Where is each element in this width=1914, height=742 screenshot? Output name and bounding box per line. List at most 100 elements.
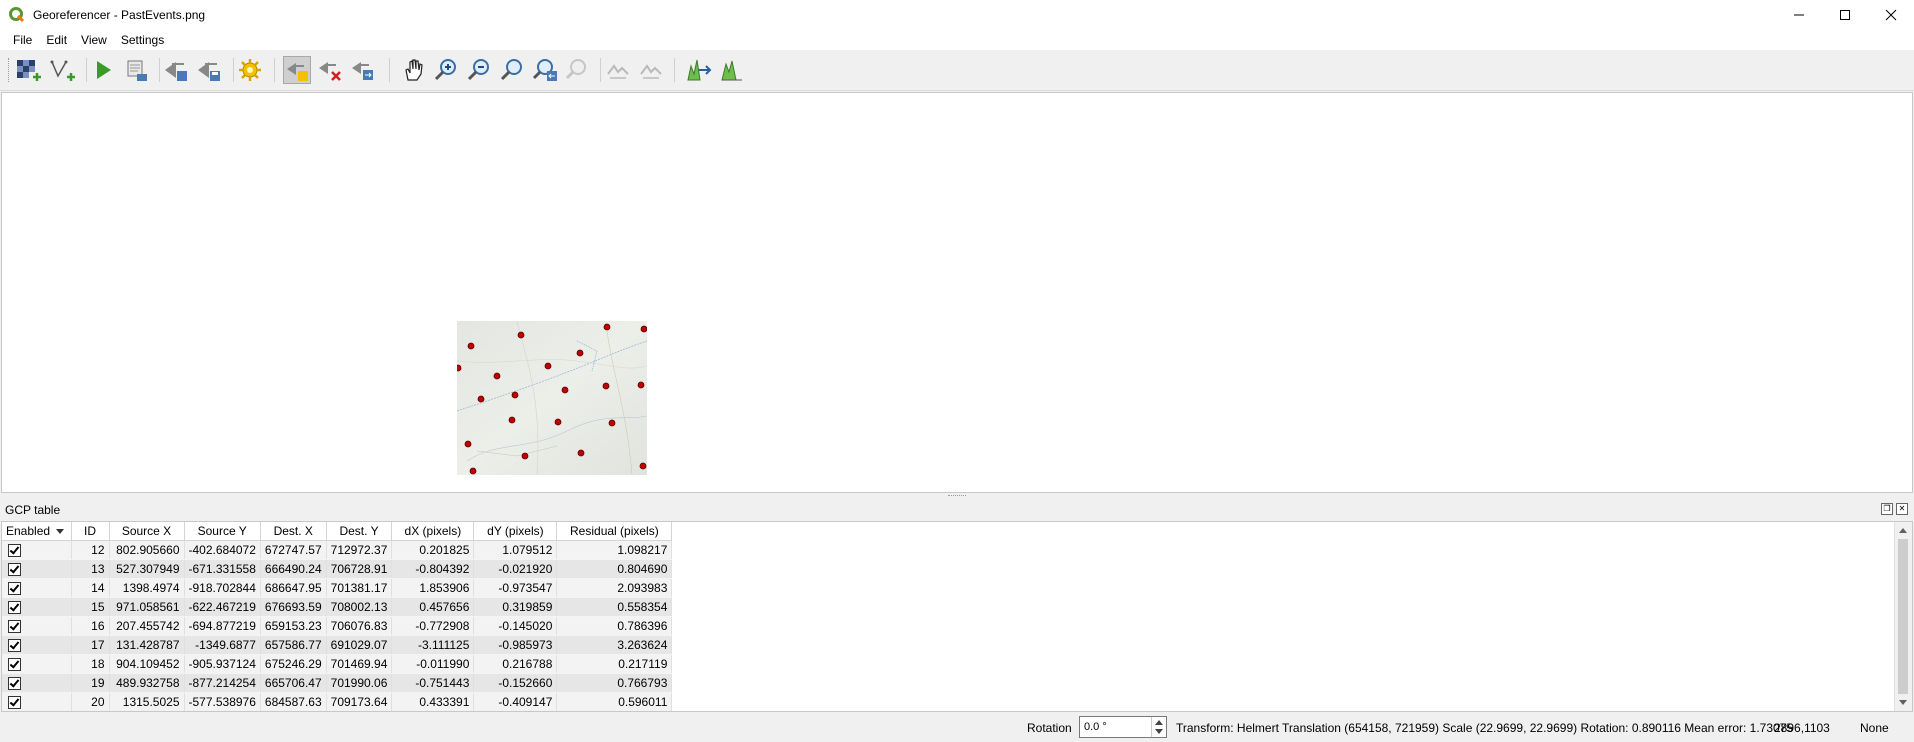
cell-dx[interactable]: 1.853906 bbox=[391, 578, 475, 598]
cell-source-y[interactable]: -671.331558 bbox=[184, 559, 261, 579]
transformation-settings-icon[interactable] bbox=[236, 56, 264, 84]
menu-edit[interactable]: Edit bbox=[39, 33, 74, 47]
enabled-checkbox[interactable] bbox=[8, 544, 21, 558]
cell-dest-y[interactable]: 691029.07 bbox=[326, 635, 393, 655]
gcp-table[interactable]: Enabled ID Source X Source Y Dest. X Des… bbox=[1, 521, 1913, 712]
enabled-checkbox[interactable] bbox=[8, 677, 21, 691]
cell-dx[interactable]: 0.457656 bbox=[391, 597, 475, 617]
column-header-source-y[interactable]: Source Y bbox=[184, 522, 261, 541]
cell-dx[interactable]: -0.751443 bbox=[391, 673, 475, 693]
cell-id[interactable]: 17 bbox=[71, 635, 110, 655]
enabled-checkbox[interactable] bbox=[8, 658, 21, 672]
cell-dest-x[interactable]: 672747.57 bbox=[260, 540, 327, 560]
cell-id[interactable]: 15 bbox=[71, 597, 110, 617]
cell-dest-y[interactable]: 701990.06 bbox=[326, 673, 393, 693]
column-header-source-x[interactable]: Source X bbox=[109, 522, 185, 541]
cell-id[interactable]: 16 bbox=[71, 616, 110, 636]
zoom-last-icon[interactable] bbox=[531, 56, 559, 84]
open-raster-icon[interactable] bbox=[14, 56, 42, 84]
cell-source-y[interactable]: -1349.6877 bbox=[184, 635, 261, 655]
table-row[interactable]: 12 802.905660 -402.684072 672747.57 712972.3… bbox=[2, 540, 673, 560]
add-point-icon[interactable] bbox=[283, 56, 311, 84]
enabled-checkbox[interactable] bbox=[8, 582, 21, 596]
cell-dest-y[interactable]: 712972.37 bbox=[326, 540, 393, 560]
link-qgis-to-georeferencer-icon[interactable] bbox=[637, 56, 665, 84]
save-gcp-points-icon[interactable] bbox=[195, 56, 223, 84]
cell-dest-x[interactable]: 666490.24 bbox=[260, 559, 327, 579]
cell-residual[interactable]: 0.786396 bbox=[556, 616, 673, 636]
cell-dest-y[interactable]: 701469.94 bbox=[326, 654, 393, 674]
table-row[interactable]: 13 527.307949 -671.331558 666490.24 706728.9… bbox=[2, 559, 673, 579]
toolbar-handle[interactable] bbox=[8, 58, 12, 82]
spin-up-icon[interactable] bbox=[1155, 720, 1163, 725]
load-gcp-points-icon[interactable] bbox=[162, 56, 190, 84]
cell-residual[interactable]: 2.093983 bbox=[556, 578, 673, 598]
cell-dest-x[interactable]: 659153.23 bbox=[260, 616, 327, 636]
cell-residual[interactable]: 1.098217 bbox=[556, 540, 673, 560]
local-histogram-stretch-icon[interactable] bbox=[718, 56, 746, 84]
cell-residual[interactable]: 3.263624 bbox=[556, 635, 673, 655]
cell-source-x[interactable]: 527.307949 bbox=[109, 559, 185, 579]
zoom-out-icon[interactable] bbox=[465, 56, 493, 84]
cell-dest-y[interactable]: 706076.83 bbox=[326, 616, 393, 636]
cell-source-y[interactable]: -402.684072 bbox=[184, 540, 261, 560]
column-header-dy[interactable]: dY (pixels) bbox=[473, 522, 558, 541]
cell-dest-y[interactable]: 709173.64 bbox=[326, 692, 393, 711]
cell-dx[interactable]: -0.011990 bbox=[391, 654, 475, 674]
cell-source-x[interactable]: 207.455742 bbox=[109, 616, 185, 636]
cell-dest-x[interactable]: 676693.59 bbox=[260, 597, 327, 617]
column-header-id[interactable]: ID bbox=[71, 522, 110, 541]
table-row[interactable]: 16 207.455742 -694.877219 659153.23 706076.8… bbox=[2, 616, 673, 636]
scroll-down-icon[interactable] bbox=[1899, 700, 1907, 705]
cell-source-x[interactable]: 489.932758 bbox=[109, 673, 185, 693]
table-row[interactable]: 14 1398.4974 -918.702844 686647.95 701381.17… bbox=[2, 578, 673, 598]
cell-id[interactable]: 20 bbox=[71, 692, 110, 711]
cell-dy[interactable]: 1.079512 bbox=[473, 540, 558, 560]
move-gcp-point-icon[interactable] bbox=[349, 56, 377, 84]
table-row[interactable]: 17 131.428787 -1349.6877 657586.77 691029.07… bbox=[2, 635, 673, 655]
cell-source-x[interactable]: 904.109452 bbox=[109, 654, 185, 674]
cell-dy[interactable]: 0.319859 bbox=[473, 597, 558, 617]
cell-source-y[interactable]: -877.214254 bbox=[184, 673, 261, 693]
cell-dy[interactable]: -0.973547 bbox=[473, 578, 558, 598]
cell-dest-y[interactable]: 706728.91 bbox=[326, 559, 393, 579]
crs-indicator[interactable]: None bbox=[1860, 721, 1889, 735]
cell-id[interactable]: 18 bbox=[71, 654, 110, 674]
enabled-checkbox[interactable] bbox=[8, 696, 21, 710]
cell-source-y[interactable]: -694.877219 bbox=[184, 616, 261, 636]
cell-dest-x[interactable]: 684587.63 bbox=[260, 692, 327, 711]
menu-view[interactable]: View bbox=[74, 33, 114, 47]
cell-residual[interactable]: 0.217119 bbox=[556, 654, 673, 674]
column-header-dest-y[interactable]: Dest. Y bbox=[326, 522, 393, 541]
maximize-button[interactable] bbox=[1822, 0, 1868, 30]
cell-dy[interactable]: -0.145020 bbox=[473, 616, 558, 636]
enabled-checkbox[interactable] bbox=[8, 620, 21, 634]
pan-icon[interactable] bbox=[399, 56, 427, 84]
cell-dx[interactable]: 0.201825 bbox=[391, 540, 475, 560]
full-histogram-stretch-icon[interactable] bbox=[685, 56, 713, 84]
cell-id[interactable]: 14 bbox=[71, 578, 110, 598]
spin-down-icon[interactable] bbox=[1155, 729, 1163, 734]
cell-dx[interactable]: -0.772908 bbox=[391, 616, 475, 636]
cell-residual[interactable]: 0.596011 bbox=[556, 692, 673, 711]
cell-dy[interactable]: -0.021920 bbox=[473, 559, 558, 579]
zoom-next-icon[interactable] bbox=[564, 56, 592, 84]
cell-source-x[interactable]: 971.058561 bbox=[109, 597, 185, 617]
cell-dest-x[interactable]: 675246.29 bbox=[260, 654, 327, 674]
cell-dest-x[interactable]: 686647.95 bbox=[260, 578, 327, 598]
map-canvas[interactable] bbox=[1, 92, 1913, 493]
dock-close-icon[interactable]: ✕ bbox=[1896, 503, 1908, 515]
cell-dest-y[interactable]: 701381.17 bbox=[326, 578, 393, 598]
column-header-residual[interactable]: Residual (pixels) bbox=[556, 522, 673, 541]
scroll-thumb[interactable] bbox=[1898, 539, 1908, 694]
cell-dest-y[interactable]: 708002.13 bbox=[326, 597, 393, 617]
column-header-dest-x[interactable]: Dest. X bbox=[260, 522, 327, 541]
menu-settings[interactable]: Settings bbox=[114, 33, 171, 47]
cell-dx[interactable]: -0.804392 bbox=[391, 559, 475, 579]
minimize-button[interactable] bbox=[1776, 0, 1822, 30]
cell-dest-x[interactable]: 665706.47 bbox=[260, 673, 327, 693]
scroll-up-icon[interactable] bbox=[1899, 528, 1907, 533]
cell-source-x[interactable]: 1315.5025 bbox=[109, 692, 185, 711]
open-vector-icon[interactable] bbox=[48, 56, 76, 84]
start-georeferencing-icon[interactable] bbox=[89, 56, 117, 84]
